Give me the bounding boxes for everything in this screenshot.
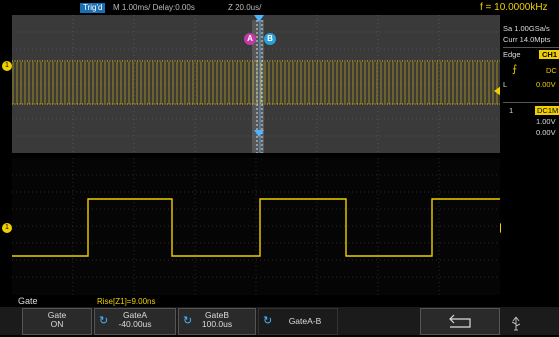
trigger-level-label: L [503, 80, 508, 89]
trigger-coupling: DC [546, 66, 557, 75]
trigger-settings[interactable]: Edge CH1 [503, 47, 559, 59]
sample-rate: Sa 1.00GSa/s [503, 24, 550, 33]
timebase-readout: M 1.00ms/ Delay:0.00s [113, 3, 195, 12]
ch1-zoom-offset-marker-icon[interactable]: 1 [2, 223, 12, 233]
channel-number: 1 [509, 106, 514, 115]
trigger-source-badge: CH1 [539, 50, 559, 59]
gate-a-marker-icon[interactable]: A [244, 33, 256, 45]
rising-edge-icon: ⨍ [512, 64, 518, 75]
usb-icon [508, 316, 524, 332]
rotate-knob-icon: ↻ [183, 315, 193, 327]
trigger-position-bottom-icon[interactable] [254, 130, 264, 137]
gate-a-value: -40.00us [118, 319, 152, 329]
gate-toggle-button[interactable]: Gate ON [22, 308, 92, 335]
gate-b-button[interactable]: ↻ GateB 100.0us [178, 308, 256, 335]
frequency-readout: f = 10.0000kHz [480, 2, 548, 13]
gate-a-b-button[interactable]: ↻ GateA-B [258, 308, 338, 335]
gate-b-value: 100.0us [201, 319, 233, 329]
menu-title: Gate [18, 296, 38, 306]
rotate-knob-icon: ↻ [263, 315, 273, 327]
back-button[interactable] [420, 308, 500, 335]
zoom-readout: Z 20.0us/ [228, 3, 262, 12]
ch1-offset-marker-icon[interactable]: 1 [2, 61, 12, 71]
status-bar: Trig'd M 1.00ms/ Delay:0.00s Z 20.0us/ f… [0, 0, 559, 15]
gate-b-marker-icon[interactable]: B [264, 33, 276, 45]
zoom-waveform-area[interactable] [12, 158, 500, 295]
rotate-knob-icon: ↻ [99, 315, 109, 327]
trigger-type: Edge [503, 50, 521, 59]
gate-toggle-value: ON [50, 319, 64, 329]
channel-offset: 0.00V [536, 128, 556, 137]
gate-a-b-label: GateA-B [288, 316, 322, 326]
trigger-status: Trig'd [80, 3, 106, 13]
settings-side-panel: Sa 1.00GSa/s Curr 14.0Mpts Edge CH1 ⨍ DC… [500, 22, 559, 152]
memory-depth: Curr 14.0Mpts [503, 35, 551, 44]
gate-a-button[interactable]: ↻ GateA -40.00us [94, 308, 176, 335]
channel-coupling-badge: DC1M [535, 106, 559, 115]
back-arrow-icon [449, 314, 471, 328]
channel1-settings[interactable]: 1 DC1M [503, 102, 559, 115]
trigger-position-top-icon[interactable] [254, 15, 264, 22]
rise-time-readout: Rise[Z1]=9.00ns [97, 297, 156, 306]
channel-scale: 1.00V [536, 117, 556, 126]
trigger-level-value: 0.00V [536, 80, 556, 89]
